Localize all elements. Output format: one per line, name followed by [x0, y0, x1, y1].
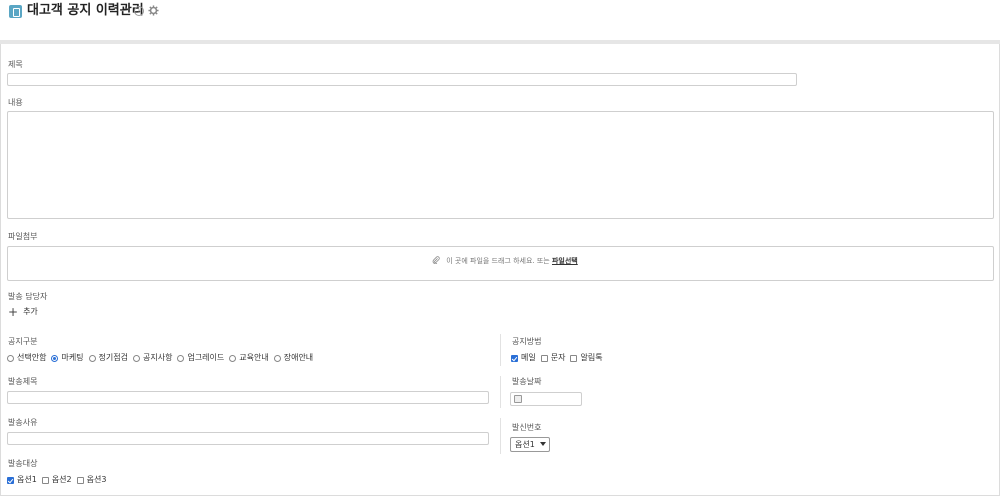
file-drop-hint: 이 곳에 파일을 드래그 하세요. 또는 파일선택 [432, 256, 578, 266]
target-option[interactable]: 옵션3 [76, 475, 106, 485]
page-title: 대고객 공지 이력관리 [27, 3, 144, 18]
radio-button[interactable] [229, 354, 237, 362]
content-label: 내용 [8, 98, 23, 107]
checkbox[interactable] [7, 476, 14, 484]
radio-button[interactable] [7, 354, 14, 362]
notice-type-option[interactable]: 업그레이드 [177, 353, 224, 363]
notice-type-option[interactable]: 정기점검 [88, 353, 128, 363]
send-subject-input[interactable] [7, 391, 489, 404]
caller-number-select[interactable]: 옵션1 [510, 437, 550, 452]
sender-label: 발송 담당자 [8, 292, 48, 301]
radio-button[interactable] [133, 354, 140, 362]
notice-type-option[interactable]: 마케팅 [51, 353, 84, 363]
notice-type-label: 공지구분 [8, 337, 38, 346]
add-sender-button[interactable]: + 추가 [8, 305, 38, 319]
target-label: 발송대상 [8, 459, 38, 468]
notice-type-option[interactable]: 교육안내 [229, 353, 269, 363]
send-subject-label: 발송제목 [8, 377, 38, 386]
column-divider [500, 418, 501, 454]
file-select-link[interactable]: 파일선택 [552, 257, 578, 265]
drop-hint-text: 이 곳에 파일을 드래그 하세요. 또는 [446, 257, 550, 265]
target-option[interactable]: 옵션2 [41, 475, 72, 485]
radio-button[interactable] [273, 354, 281, 362]
notice-method-label: 공지방법 [512, 337, 542, 346]
send-date-input[interactable] [510, 392, 582, 406]
content-textarea[interactable] [7, 111, 994, 219]
radio-button[interactable] [177, 354, 185, 362]
column-divider [500, 376, 501, 408]
column-divider [500, 334, 501, 366]
radio-button[interactable] [51, 354, 59, 362]
send-reason-label: 발송사유 [8, 418, 38, 427]
header-separator [0, 40, 1000, 44]
notice-method-checkbox-group: 메일 문자 알림톡 [511, 353, 608, 363]
chevron-down-icon [540, 442, 546, 446]
notice-type-option[interactable]: 선택안함 [7, 353, 46, 363]
subject-label: 제목 [8, 60, 23, 69]
send-reason-input[interactable] [7, 432, 489, 445]
notice-method-option[interactable]: 메일 [511, 353, 536, 363]
target-checkbox-group: 옵션1 옵션2 옵션3 [7, 475, 111, 485]
notice-method-option[interactable]: 알림톡 [570, 353, 603, 363]
radio-button[interactable] [88, 354, 96, 362]
subject-input[interactable] [7, 73, 797, 86]
calendar-icon[interactable] [514, 395, 522, 403]
checkbox[interactable] [511, 354, 518, 362]
notice-type-radio-group: 선택안함 마케팅 정기점검 공지사항 업그레이드 교육안내 장애안내 [7, 353, 318, 363]
page-header: 대고객 공지 이력관리 i [0, 0, 1000, 40]
notice-type-option[interactable]: 장애안내 [273, 353, 313, 363]
caller-number-selected: 옵션1 [515, 440, 535, 449]
checkbox[interactable] [41, 476, 49, 484]
document-icon [9, 5, 22, 18]
checkbox[interactable] [570, 354, 578, 362]
send-date-label: 발송날짜 [512, 377, 542, 386]
plus-icon: + [8, 305, 19, 319]
paperclip-icon [432, 256, 440, 264]
add-label: 추가 [23, 307, 38, 316]
checkbox[interactable] [76, 476, 84, 484]
attach-label: 파일첨부 [8, 232, 38, 241]
gear-icon[interactable] [148, 5, 159, 16]
notice-method-option[interactable]: 문자 [540, 353, 565, 363]
target-option[interactable]: 옵션1 [7, 475, 37, 485]
caller-number-label: 발신번호 [512, 423, 542, 432]
checkbox[interactable] [540, 354, 548, 362]
notice-type-option[interactable]: 공지사항 [133, 353, 172, 363]
info-icon[interactable]: i [134, 6, 144, 16]
